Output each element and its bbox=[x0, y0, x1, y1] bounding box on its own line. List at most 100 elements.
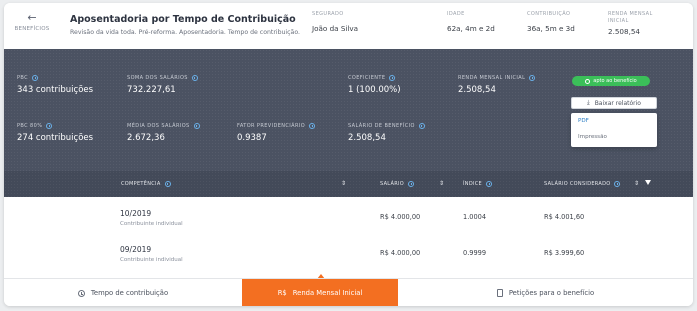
info-icon[interactable] bbox=[389, 75, 396, 81]
header-rmi-value: 2.508,54 bbox=[608, 27, 641, 36]
check-circle-icon bbox=[585, 78, 591, 84]
back-label: BENEFÍCIOS bbox=[14, 26, 50, 32]
page-header: ← BENEFÍCIOS Aposentadoria por Tempo de … bbox=[4, 3, 693, 49]
header-idade: IDADE 62a, 4m e 2d bbox=[447, 11, 495, 33]
stat-media-value: 2.672,36 bbox=[127, 133, 165, 143]
th-indice-label: ÍNDICE bbox=[463, 181, 482, 187]
row-tipo: Contribuinte individual bbox=[120, 221, 183, 227]
sort-icon[interactable]: ⇕ bbox=[341, 180, 346, 187]
info-icon[interactable] bbox=[418, 123, 425, 129]
status-badge-label: apto ao benefício bbox=[593, 78, 637, 84]
row-considerado: R$ 4.001,60 bbox=[544, 213, 585, 221]
info-icon[interactable] bbox=[32, 75, 39, 81]
currency-icon: R$ bbox=[277, 289, 287, 297]
arrow-left-icon: ← bbox=[27, 11, 37, 24]
stat-fator: FATOR PREVIDENCIÁRIO 0.9387 bbox=[237, 123, 316, 143]
stat-rmi-label: RENDA MENSAL INICIAL bbox=[458, 75, 526, 81]
stat-pbc: PBC 343 contribuições bbox=[17, 75, 93, 95]
row-indice: 0.9999 bbox=[463, 249, 487, 257]
header-rmi: RENDA MENSAL INICIAL 2.508,54 bbox=[608, 11, 668, 36]
stat-coeficiente-label: COEFICIENTE bbox=[348, 75, 386, 81]
header-segurado-value: João da Silva bbox=[312, 23, 359, 33]
info-icon[interactable] bbox=[614, 181, 621, 187]
header-segurado-label: SEGURADO bbox=[312, 11, 344, 17]
sort-icon[interactable]: ⇕ bbox=[634, 180, 639, 187]
info-icon[interactable] bbox=[164, 181, 171, 187]
clock-icon bbox=[77, 289, 85, 297]
tab-tempo-contribuicao[interactable]: Tempo de contribuição bbox=[4, 279, 242, 306]
stat-pbc80-label: PBC 80% bbox=[17, 123, 43, 129]
stat-coeficiente: COEFICIENTE 1 (100.00%) bbox=[348, 75, 401, 95]
stat-fator-value: 0.9387 bbox=[237, 133, 267, 143]
row-indice: 1.0004 bbox=[463, 213, 487, 221]
info-icon[interactable] bbox=[529, 75, 536, 81]
table-row[interactable]: 09/2019 Contribuinte individual R$ 4.000… bbox=[4, 239, 693, 275]
info-icon[interactable] bbox=[46, 123, 53, 129]
stat-salario-beneficio: SALÁRIO DE BENEFÍCIO 2.508,54 bbox=[348, 123, 425, 143]
table-row[interactable]: 10/2019 Contribuinte individual R$ 4.000… bbox=[4, 203, 693, 239]
info-icon[interactable] bbox=[486, 181, 492, 187]
row-tipo: Contribuinte individual bbox=[120, 257, 183, 263]
download-report-button[interactable]: ⤓ Baixar relatório bbox=[571, 97, 657, 109]
page-subtitle: Revisão da vida toda. Pré-reforma. Apose… bbox=[70, 29, 300, 36]
tab-tempo-label: Tempo de contribuição bbox=[90, 289, 169, 297]
info-icon[interactable] bbox=[408, 181, 414, 187]
filter-icon[interactable] bbox=[645, 180, 651, 185]
stat-media-salarios: MÉDIA DOS SALÁRIOS 2.672,36 bbox=[127, 123, 200, 143]
download-report-label: Baixar relatório bbox=[594, 99, 641, 107]
th-salario-considerado[interactable]: SALÁRIO CONSIDERADO bbox=[544, 181, 621, 187]
stat-pbc-label: PBC bbox=[17, 75, 29, 81]
tab-peticoes-label: Petições para o benefício bbox=[508, 289, 595, 297]
stat-soma-label: SOMA DOS SALÁRIOS bbox=[127, 75, 188, 81]
header-contribuicao-label: CONTRIBUIÇÃO bbox=[527, 11, 571, 17]
summary-panel: PBC 343 contribuições SOMA DOS SALÁRIOS … bbox=[4, 49, 693, 171]
stat-media-label: MÉDIA DOS SALÁRIOS bbox=[127, 123, 190, 129]
header-segurado: SEGURADO João da Silva bbox=[312, 11, 358, 33]
th-competencia-label: COMPETÊNCIA bbox=[121, 181, 161, 187]
document-icon bbox=[496, 289, 503, 297]
stat-pbc80: PBC 80% 274 contribuições bbox=[17, 123, 93, 143]
tab-peticoes[interactable]: Petições para o benefício bbox=[398, 279, 693, 306]
stat-soma-salarios: SOMA DOS SALÁRIOS 732.227,61 bbox=[127, 75, 198, 95]
table-header: COMPETÊNCIA ⇕ SALÁRIO ⇕ ÍNDICE SALÁRIO C… bbox=[4, 171, 693, 197]
download-dropdown: PDF Impressão bbox=[571, 113, 657, 147]
info-icon[interactable] bbox=[191, 75, 198, 81]
stat-soma-value: 732.227,61 bbox=[127, 85, 176, 95]
header-contribuicao-value: 36a, 5m e 3d bbox=[527, 23, 575, 33]
stat-rmi: RENDA MENSAL INICIAL 2.508,54 bbox=[458, 75, 536, 95]
header-idade-value: 62a, 4m e 2d bbox=[447, 23, 495, 33]
info-icon[interactable] bbox=[309, 123, 316, 129]
row-considerado: R$ 3.999,60 bbox=[544, 249, 585, 257]
status-badge: apto ao benefício bbox=[572, 76, 650, 86]
header-rmi-label: RENDA MENSAL INICIAL bbox=[608, 11, 653, 24]
th-considerado-label: SALÁRIO CONSIDERADO bbox=[544, 181, 611, 187]
header-contribuicao: CONTRIBUIÇÃO 36a, 5m e 3d bbox=[527, 11, 575, 33]
page-title: Aposentadoria por Tempo de Contribuição bbox=[70, 14, 296, 25]
th-indice[interactable]: ÍNDICE bbox=[463, 181, 492, 187]
stat-sb-label: SALÁRIO DE BENEFÍCIO bbox=[348, 123, 415, 129]
th-competencia[interactable]: COMPETÊNCIA bbox=[121, 181, 171, 187]
info-icon[interactable] bbox=[193, 123, 200, 129]
row-competencia: 10/2019 bbox=[120, 209, 152, 218]
dropdown-option-pdf[interactable]: PDF bbox=[571, 113, 657, 129]
download-icon: ⤓ bbox=[587, 99, 590, 106]
back-button[interactable]: ← BENEFÍCIOS bbox=[14, 12, 50, 32]
row-salario: R$ 4.000,00 bbox=[380, 213, 421, 221]
stat-fator-label: FATOR PREVIDENCIÁRIO bbox=[237, 123, 306, 129]
dropdown-option-print[interactable]: Impressão bbox=[571, 129, 657, 145]
app-window: ← BENEFÍCIOS Aposentadoria por Tempo de … bbox=[4, 3, 693, 306]
th-salario-label: SALÁRIO bbox=[380, 181, 404, 187]
stat-rmi-value: 2.508,54 bbox=[458, 85, 496, 95]
header-idade-label: IDADE bbox=[447, 11, 465, 17]
th-salario[interactable]: SALÁRIO bbox=[380, 181, 414, 187]
stat-pbc80-value: 274 contribuições bbox=[17, 133, 94, 143]
tab-rmi-label: Renda Mensal Inicial bbox=[292, 289, 363, 297]
bottom-tabs: Tempo de contribuição R$ Renda Mensal In… bbox=[4, 278, 693, 306]
stat-sb-value: 2.508,54 bbox=[348, 133, 386, 143]
stat-pbc-value: 343 contribuições bbox=[17, 85, 94, 95]
sort-icon[interactable]: ⇕ bbox=[439, 180, 444, 187]
row-salario: R$ 4.000,00 bbox=[380, 249, 421, 257]
stat-coeficiente-value: 1 (100.00%) bbox=[348, 85, 401, 95]
row-competencia: 09/2019 bbox=[120, 245, 152, 254]
tab-renda-mensal-inicial[interactable]: R$ Renda Mensal Inicial bbox=[242, 279, 398, 306]
